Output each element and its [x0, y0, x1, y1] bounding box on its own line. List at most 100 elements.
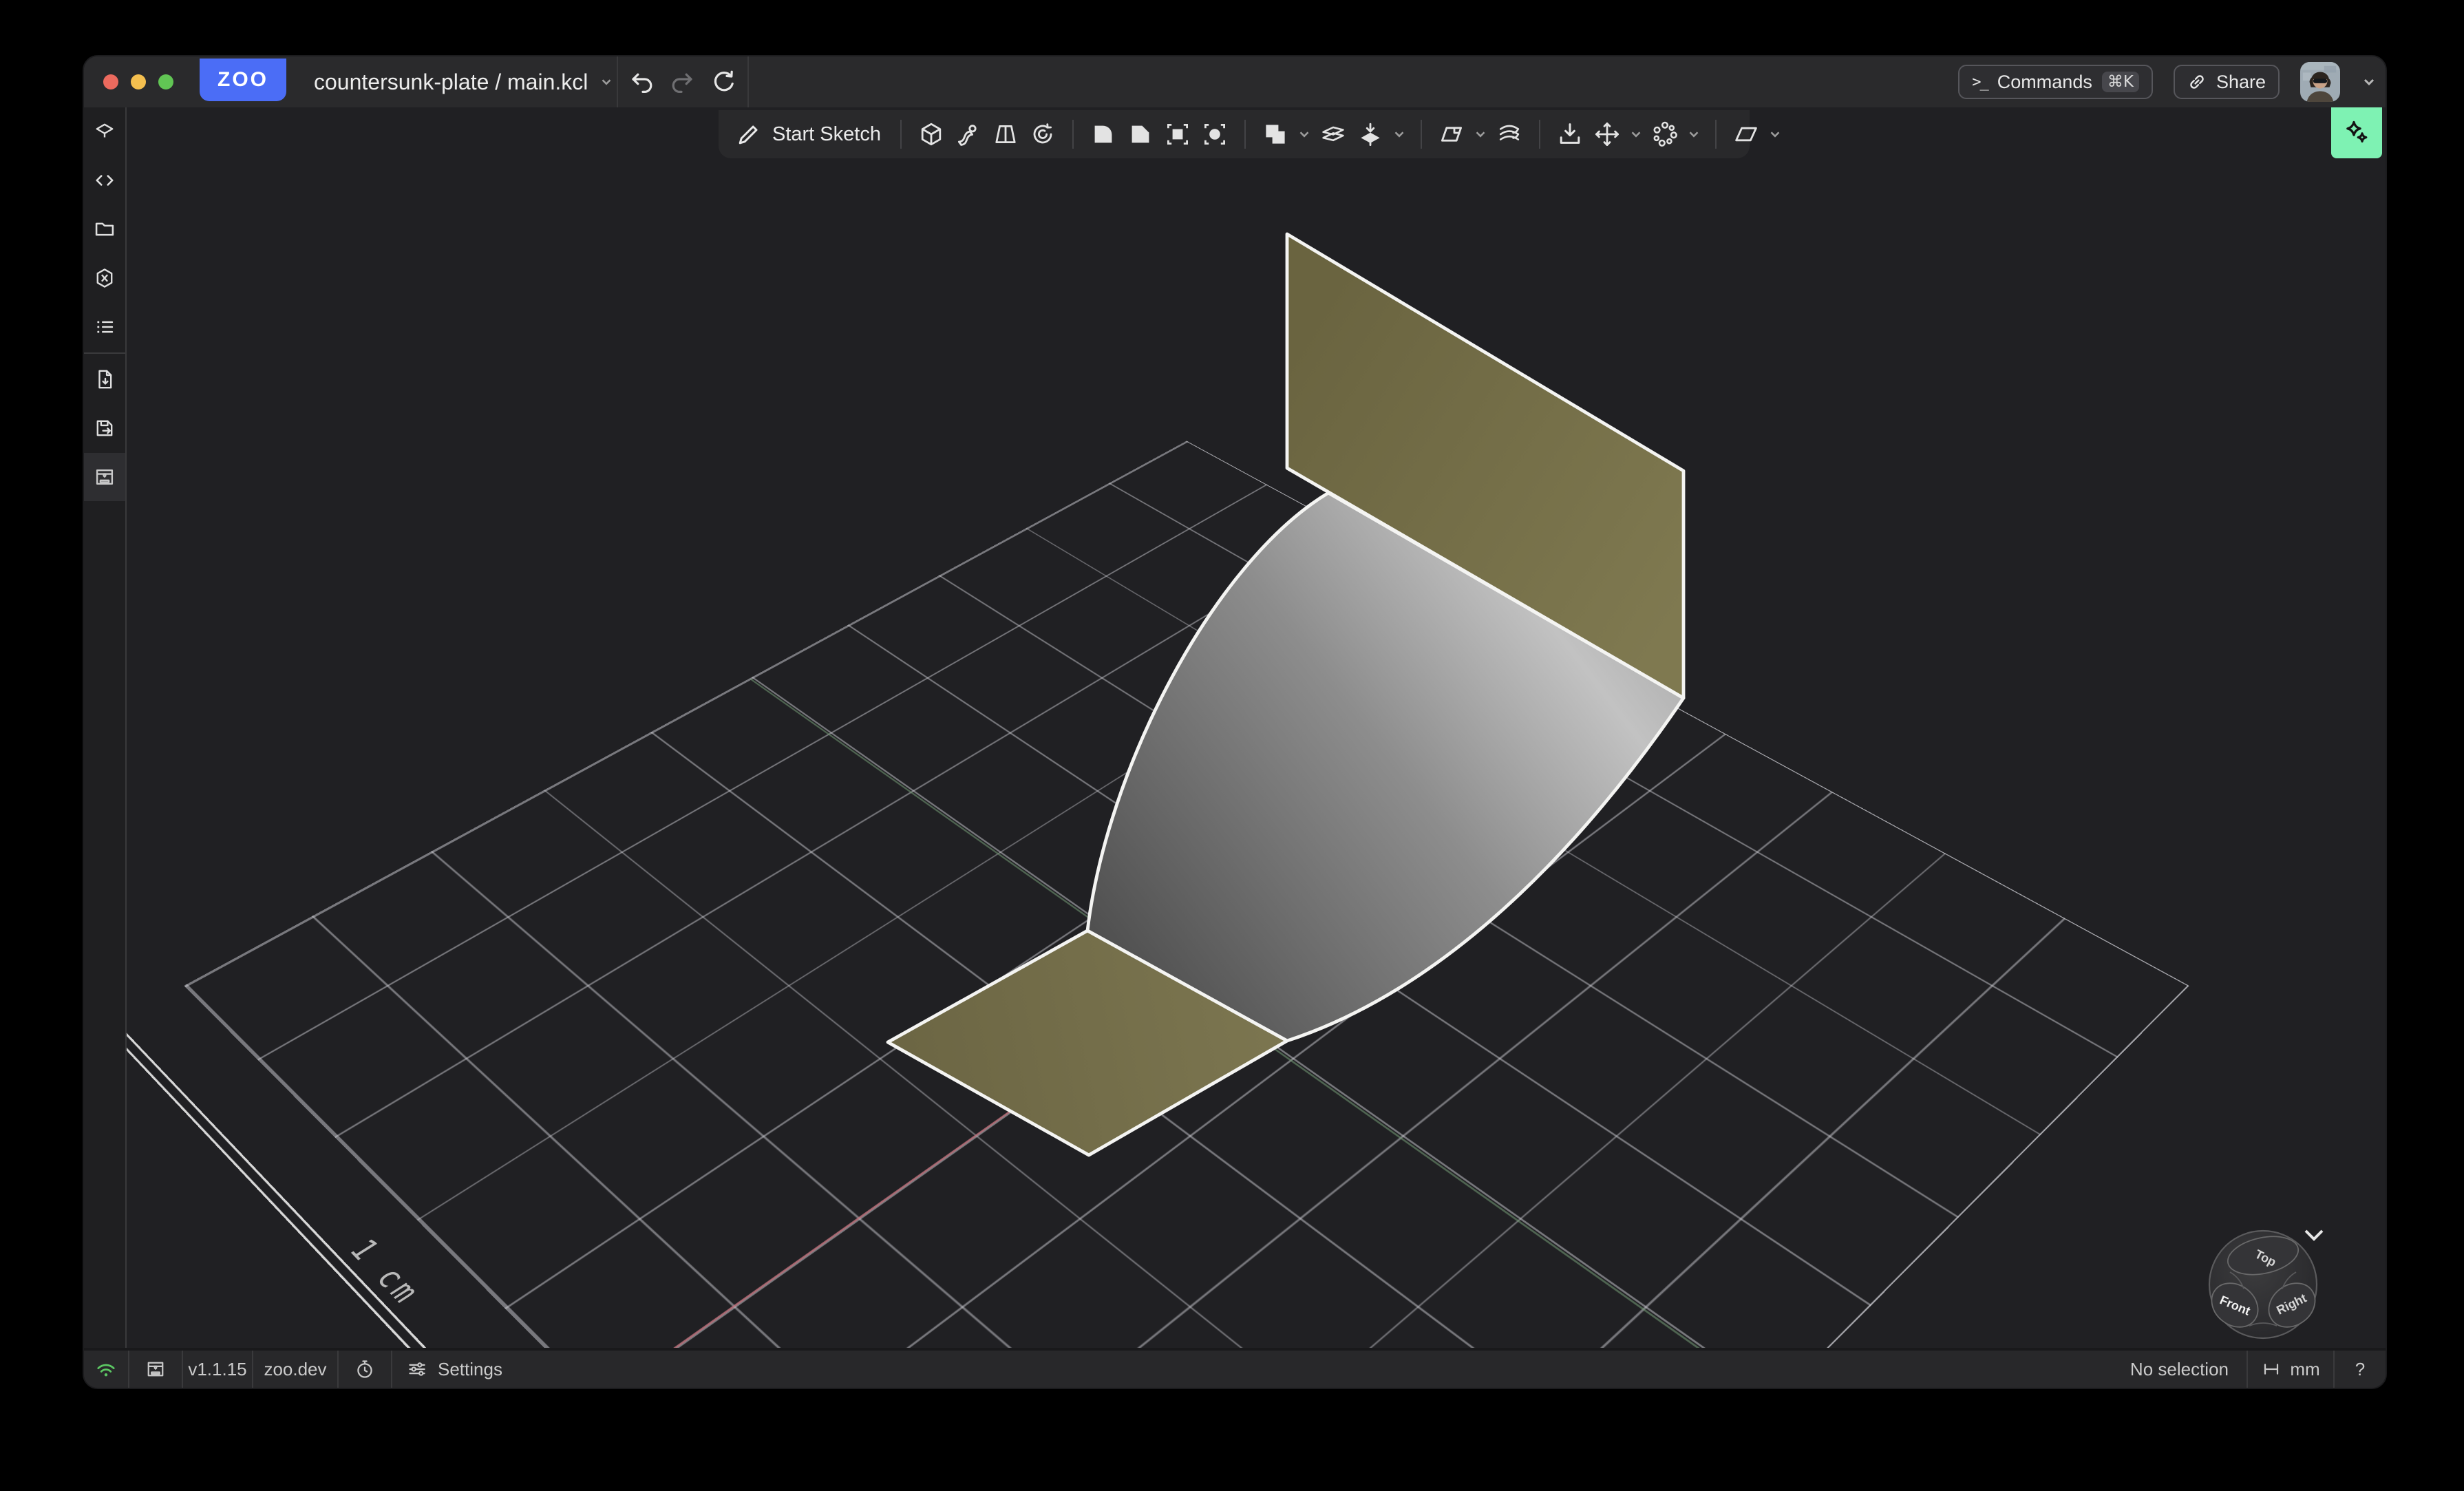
divider [1715, 120, 1717, 149]
variables-icon [93, 266, 116, 290]
pattern-menu-chevron[interactable] [1684, 116, 1704, 153]
chevron-down-icon [1392, 127, 1407, 142]
avatar[interactable] [2300, 62, 2340, 102]
sidebar-item-logs[interactable] [84, 302, 125, 351]
boolean-button[interactable] [1257, 116, 1294, 153]
link-icon [2187, 72, 2207, 92]
sidebar-item-project-files[interactable] [84, 205, 125, 254]
sketch-plane-icon [1732, 120, 1760, 148]
network-status-button[interactable] [84, 1351, 129, 1388]
move-button[interactable] [1589, 116, 1626, 153]
helix-button[interactable] [1491, 116, 1528, 153]
start-sketch-button[interactable]: Start Sketch [735, 120, 889, 148]
chevron-down-icon [1767, 127, 1783, 142]
boolean-menu-chevron[interactable] [1294, 116, 1315, 153]
machine-icon [145, 1358, 167, 1380]
commands-button[interactable]: >_ Commands ⌘K [1958, 65, 2153, 99]
helix-icon [1496, 120, 1523, 148]
offset-plane-menu-chevron[interactable] [1389, 116, 1410, 153]
sidebar-item-feature-tree[interactable] [84, 107, 125, 156]
screen: ZOO countersunk-plate / main.kcl [0, 0, 2464, 1491]
sidebar-item-kcl-code[interactable] [84, 156, 125, 205]
chevron-down-icon [1686, 127, 1701, 142]
divider [900, 120, 902, 149]
viewport-3d-canvas[interactable]: 1 cm [127, 107, 2386, 1351]
export-icon [93, 416, 116, 440]
terminal-prompt-icon: >_ [1972, 74, 1988, 91]
text-to-cad-button[interactable] [2331, 107, 2382, 158]
machine-icon [93, 465, 116, 489]
undo-icon [628, 68, 655, 96]
plane-button[interactable] [1433, 116, 1470, 153]
title-bar: ZOO countersunk-plate / main.kcl [84, 56, 2386, 110]
shell-button[interactable] [1159, 116, 1196, 153]
user-menu-chevron-icon[interactable] [2361, 74, 2377, 90]
sketch-plane-menu-chevron[interactable] [1765, 116, 1785, 153]
chamfer-button[interactable] [1122, 116, 1159, 153]
folder-icon [93, 218, 116, 241]
minimize-window-button[interactable] [131, 74, 146, 89]
feature-tree-icon [93, 120, 116, 143]
sidebar-item-machine[interactable] [84, 453, 125, 502]
share-button[interactable]: Share [2174, 65, 2280, 99]
share-label: Share [2216, 72, 2266, 93]
sparkles-icon [2340, 116, 2373, 149]
settings-button[interactable]: Settings [392, 1351, 516, 1388]
units-button[interactable]: mm [2247, 1351, 2333, 1388]
list-icon [93, 315, 116, 339]
offset-plane-button[interactable] [1352, 116, 1389, 153]
gizmo-menu-chevron-icon[interactable] [2306, 1231, 2322, 1239]
fillet-button[interactable] [1085, 116, 1122, 153]
zoo-dev-link[interactable]: zoo.dev [253, 1351, 339, 1388]
circular-pattern-button[interactable] [1646, 116, 1684, 153]
refresh-button[interactable] [706, 64, 742, 100]
start-sketch-label: Start Sketch [772, 123, 881, 146]
move-icon [1593, 120, 1621, 148]
extrude-button[interactable] [913, 116, 950, 153]
sidebar-item-export[interactable] [84, 404, 125, 453]
view-orientation-gizmo[interactable]: Top Front Right [2187, 1209, 2339, 1351]
chevron-down-icon [1297, 127, 1312, 142]
code-icon [93, 169, 116, 192]
redo-button[interactable] [665, 64, 701, 100]
modeling-toolbar: Start Sketch [719, 110, 1750, 158]
sidebar-item-import-file[interactable] [84, 355, 125, 404]
undo-button[interactable] [624, 64, 659, 100]
stopwatch-icon [354, 1358, 376, 1380]
offset-plane-icon [1357, 120, 1384, 148]
sidebar-item-variables[interactable] [84, 253, 125, 302]
revolve-button[interactable] [1024, 116, 1061, 153]
split-button[interactable] [1315, 116, 1352, 153]
loft-button[interactable] [987, 116, 1024, 153]
close-window-button[interactable] [103, 74, 118, 89]
revolve-icon [1029, 120, 1056, 148]
machine-manager-button[interactable] [129, 1351, 183, 1388]
redo-icon [669, 68, 697, 96]
commands-label: Commands [1997, 72, 2092, 93]
hole-icon [1201, 120, 1229, 148]
project-name-button[interactable]: countersunk-plate / main.kcl [314, 70, 614, 95]
circular-pattern-icon [1651, 120, 1679, 148]
divider [1244, 120, 1246, 149]
zoo-logo: ZOO [200, 59, 286, 101]
split-icon [1319, 120, 1347, 148]
divider [747, 56, 749, 107]
plane-menu-chevron[interactable] [1470, 116, 1491, 153]
shell-icon [1164, 120, 1191, 148]
ruler-icon [2261, 1359, 2282, 1379]
fillet-icon [1090, 120, 1117, 148]
zoom-window-button[interactable] [158, 74, 173, 89]
selection-status: No selection [2112, 1351, 2247, 1388]
app-window: ZOO countersunk-plate / main.kcl [83, 55, 2387, 1389]
window-controls [84, 74, 173, 89]
help-button[interactable]: ? [2333, 1351, 2386, 1388]
sketch-plane-button[interactable] [1728, 116, 1765, 153]
insert-button[interactable] [1551, 116, 1589, 153]
move-menu-chevron[interactable] [1626, 116, 1646, 153]
project-name: countersunk-plate / main.kcl [314, 70, 588, 95]
chevron-down-icon [1628, 127, 1644, 142]
sweep-button[interactable] [950, 116, 987, 153]
hole-button[interactable] [1196, 116, 1233, 153]
timer-button[interactable] [339, 1351, 392, 1388]
plane-icon [1438, 120, 1465, 148]
